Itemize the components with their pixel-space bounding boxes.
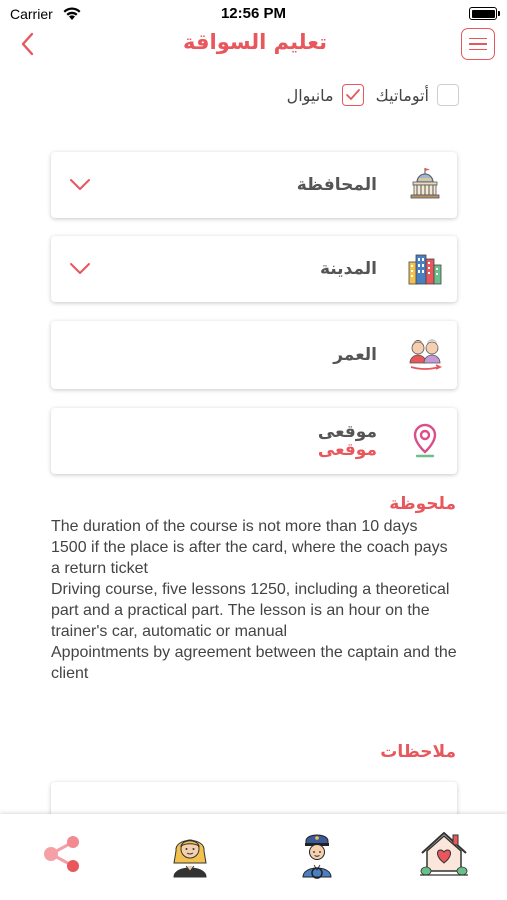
battery-icon	[469, 7, 500, 20]
clock: 12:56 PM	[220, 5, 287, 22]
note-line: 1500 if the place is after the card, whe…	[51, 539, 448, 577]
map-pin-icon	[413, 423, 437, 458]
city-dropdown[interactable]: المدينة	[51, 236, 457, 302]
note-title: ملحوظة	[389, 494, 456, 514]
government-building-icon	[410, 168, 440, 199]
location-value: موقعى	[317, 440, 377, 460]
note-body: The duration of the course is not more t…	[51, 516, 461, 684]
manual-label: مانيوال	[286, 85, 334, 105]
tab-female-trainer[interactable]	[160, 824, 220, 884]
tab-captain[interactable]	[287, 824, 347, 884]
tab-home[interactable]	[414, 824, 474, 884]
status-bar: Carrier 12:56 PM	[0, 0, 507, 28]
hamburger-icon	[469, 37, 487, 40]
governorate-dropdown[interactable]: المحافظة	[51, 152, 457, 218]
tab-bar	[0, 814, 507, 900]
location-label: موقعى	[317, 422, 377, 442]
chevron-down-icon[interactable]	[69, 178, 91, 192]
city-buildings-icon	[408, 254, 442, 285]
automatic-option[interactable]: أتوماتيك	[372, 84, 459, 106]
note-line: Appointments by agreement between the ca…	[51, 644, 457, 682]
location-text: موقعى موقعى	[318, 422, 377, 460]
manual-checkbox[interactable]	[341, 84, 364, 106]
checkmark-icon	[345, 89, 360, 100]
manual-option[interactable]: مانيوال	[283, 84, 364, 106]
chevron-down-icon[interactable]	[69, 262, 91, 276]
age-label: العمر	[333, 345, 377, 365]
page-title: تعليم السواقة	[183, 30, 327, 54]
age-people-icon	[409, 339, 443, 370]
tab-share[interactable]	[33, 824, 93, 884]
back-chevron-icon[interactable]	[16, 30, 40, 58]
transmission-selector: مانيوال أتوماتيك	[283, 84, 459, 106]
remarks-title: ملاحظات	[380, 742, 456, 762]
automatic-label: أتوماتيك	[375, 85, 429, 105]
navigation-bar: تعليم السواقة	[0, 28, 507, 62]
city-label: المدينة	[319, 259, 377, 279]
menu-button[interactable]	[461, 28, 495, 60]
note-line: Driving course, five lessons 1250, inclu…	[51, 581, 450, 640]
location-field[interactable]: موقعى موقعى	[51, 408, 457, 474]
share-icon	[44, 836, 80, 872]
female-trainer-icon	[173, 839, 207, 878]
automatic-checkbox[interactable]	[437, 84, 459, 106]
age-field[interactable]: العمر	[51, 321, 457, 389]
note-line: The duration of the course is not more t…	[51, 518, 418, 535]
captain-icon	[302, 834, 332, 879]
governorate-label: المحافظة	[296, 175, 377, 195]
home-icon	[419, 832, 468, 876]
